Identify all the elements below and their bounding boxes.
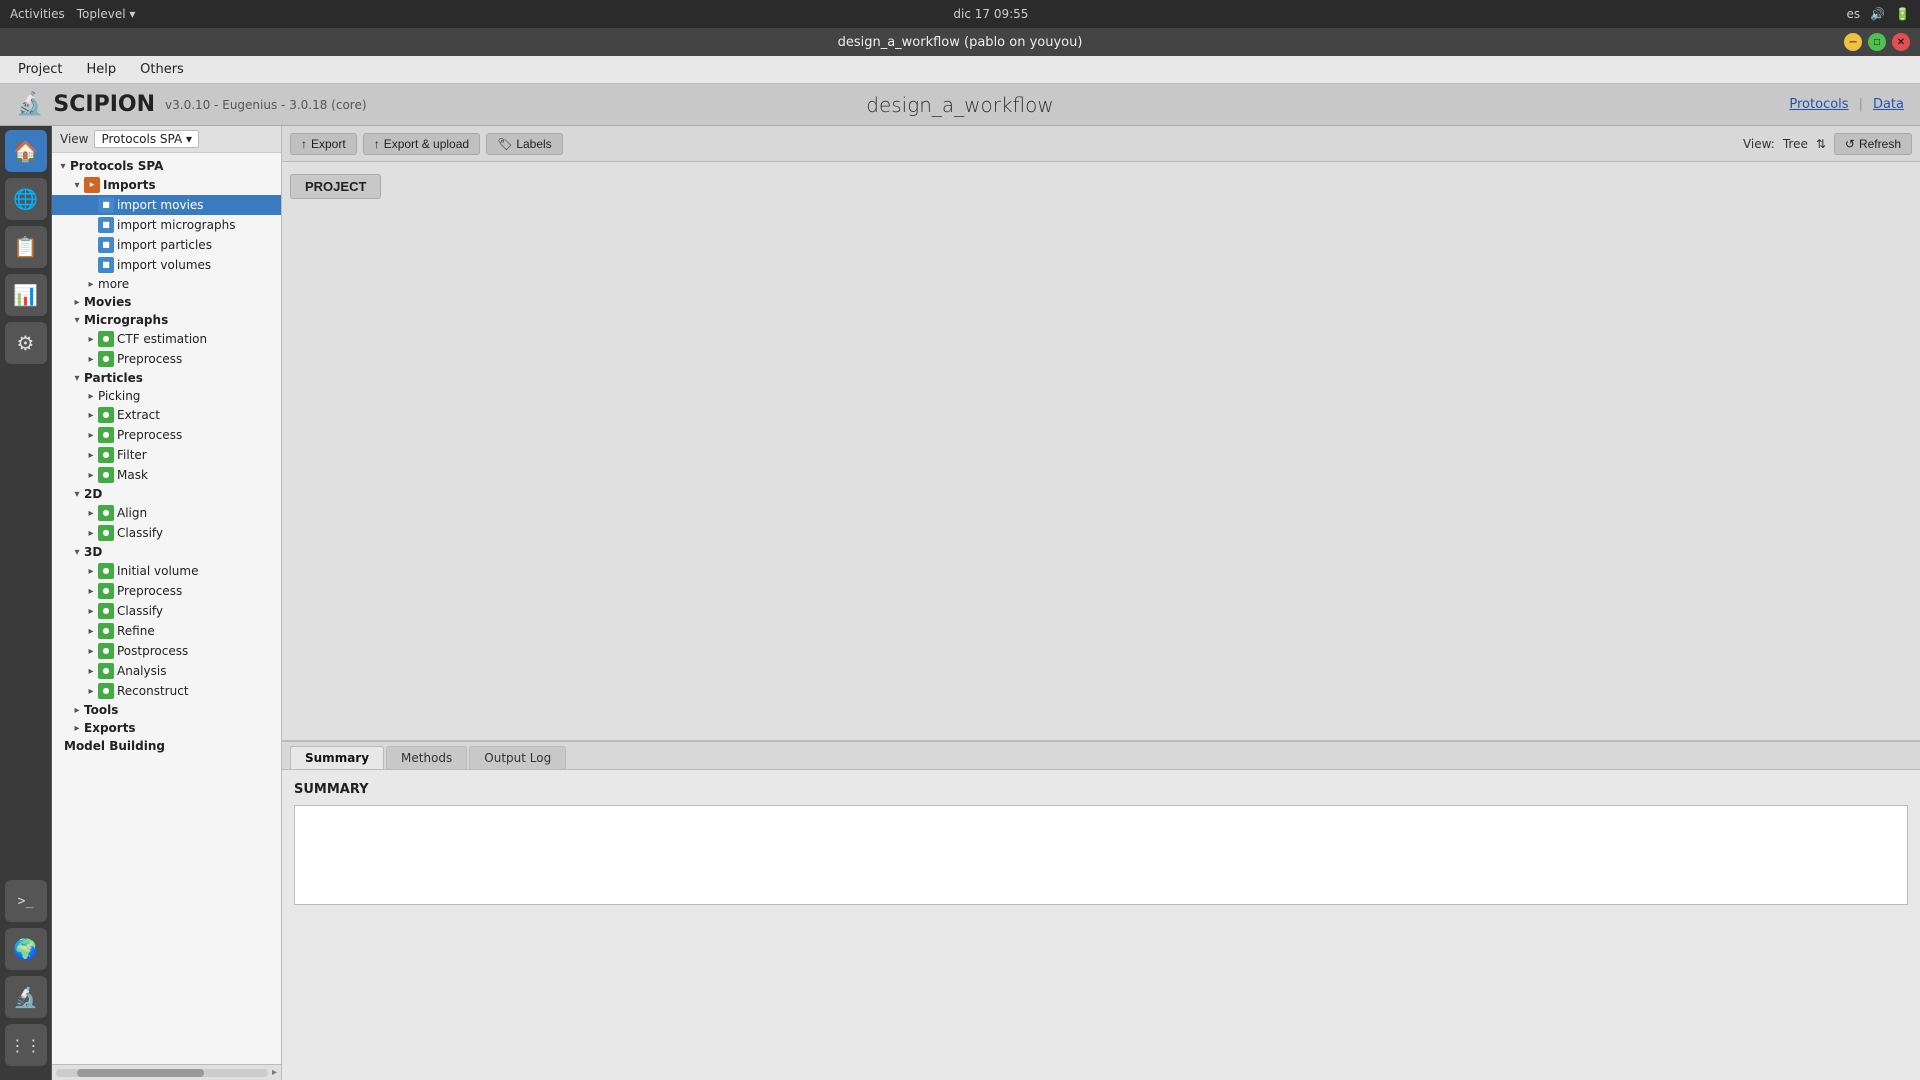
tree-item-filter[interactable]: ▸ ● Filter bbox=[52, 445, 281, 465]
export-button[interactable]: ↑ Export bbox=[290, 133, 357, 155]
sort-icon[interactable]: ⇅ bbox=[1816, 137, 1826, 151]
protocol-tree: ▾ Protocols SPA ▾ ▸ Imports ■ import mov… bbox=[52, 153, 281, 1064]
protocols-link[interactable]: Protocols bbox=[1789, 97, 1848, 112]
refresh-button[interactable]: ↺ Refresh bbox=[1834, 133, 1912, 155]
window-title: design_a_workflow (pablo on youyou) bbox=[838, 35, 1083, 50]
tree-item-import-micrographs[interactable]: ■ import micrographs bbox=[52, 215, 281, 235]
tree-item-postprocess[interactable]: ▸ ● Postprocess bbox=[52, 641, 281, 661]
scipion-side-icon[interactable]: 🔬 bbox=[5, 976, 47, 1018]
volume-icon[interactable]: 🔊 bbox=[1870, 7, 1885, 21]
close-button[interactable]: ✕ bbox=[1892, 33, 1910, 51]
activities-label[interactable]: Activities bbox=[10, 7, 65, 21]
bottom-panel: Summary Methods Output Log SUMMARY bbox=[282, 740, 1920, 1080]
menu-others[interactable]: Others bbox=[130, 59, 194, 80]
menu-project[interactable]: Project bbox=[8, 59, 72, 80]
battery-icon: 🔋 bbox=[1895, 7, 1910, 21]
terminal-icon[interactable]: >_ bbox=[5, 880, 47, 922]
tree-item-classify-3d[interactable]: ▸ ● Classify bbox=[52, 601, 281, 621]
tree-root[interactable]: ▾ Protocols SPA bbox=[52, 157, 281, 175]
maximize-button[interactable]: □ bbox=[1868, 33, 1886, 51]
export-icon: ↑ bbox=[301, 137, 307, 151]
tree-item-extract[interactable]: ▸ ● Extract bbox=[52, 405, 281, 425]
view-selector[interactable]: Protocols SPA ▾ bbox=[94, 130, 199, 148]
summary-box bbox=[294, 805, 1908, 905]
title-bar: design_a_workflow (pablo on youyou) ─ □ … bbox=[0, 28, 1920, 56]
toplevel-menu[interactable]: Toplevel ▾ bbox=[77, 7, 136, 21]
table-icon[interactable]: 📊 bbox=[5, 274, 47, 316]
tree-item-classify-2d[interactable]: ▸ ● Classify bbox=[52, 523, 281, 543]
tree-3d[interactable]: ▾ 3D bbox=[52, 543, 281, 561]
labels-icon: 🏷 bbox=[497, 137, 512, 151]
tree-item-ctf[interactable]: ▸ ● CTF estimation bbox=[52, 329, 281, 349]
tree-item-refine[interactable]: ▸ ● Refine bbox=[52, 621, 281, 641]
tab-summary[interactable]: Summary bbox=[290, 746, 384, 769]
home-icon[interactable]: 🏠 bbox=[5, 130, 47, 172]
datetime-label: dic 17 09:55 bbox=[953, 7, 1028, 21]
bottom-tabs: Summary Methods Output Log bbox=[282, 742, 1920, 770]
tree-micrographs[interactable]: ▾ Micrographs bbox=[52, 311, 281, 329]
tree-item-mask[interactable]: ▸ ● Mask bbox=[52, 465, 281, 485]
view-label: View bbox=[60, 132, 88, 146]
menu-help[interactable]: Help bbox=[76, 59, 126, 80]
tree-item-align-2d[interactable]: ▸ ● Align bbox=[52, 503, 281, 523]
tree-exports[interactable]: ▸ Exports bbox=[52, 719, 281, 737]
tree-item-import-particles[interactable]: ■ import particles bbox=[52, 235, 281, 255]
project-button[interactable]: PROJECT bbox=[290, 174, 381, 199]
labels-button[interactable]: 🏷 Labels bbox=[486, 133, 563, 155]
tab-output-log[interactable]: Output Log bbox=[469, 746, 566, 769]
workflow-canvas: PROJECT bbox=[282, 162, 1920, 740]
tree-item-analysis[interactable]: ▸ ● Analysis bbox=[52, 661, 281, 681]
menu-bar: Project Help Others bbox=[0, 56, 1920, 84]
app-version: v3.0.10 - Eugenius - 3.0.18 (core) bbox=[165, 98, 367, 112]
tree-imports[interactable]: ▾ ▸ Imports bbox=[52, 175, 281, 195]
summary-heading: SUMMARY bbox=[294, 782, 1908, 797]
project-name: design_a_workflow bbox=[866, 93, 1054, 117]
toolbar: ↑ Export ↑ Export & upload 🏷 Labels View… bbox=[282, 126, 1920, 162]
tree-tools[interactable]: ▸ Tools bbox=[52, 701, 281, 719]
tree-scrollbar[interactable]: ▸ bbox=[52, 1064, 281, 1080]
protocol-panel: View Protocols SPA ▾ ▾ Protocols SPA ▾ ▸… bbox=[52, 126, 282, 1080]
tree-item-preprocess-3d[interactable]: ▸ ● Preprocess bbox=[52, 581, 281, 601]
data-link[interactable]: Data bbox=[1873, 97, 1904, 112]
tree-item-picking[interactable]: ▸ Picking bbox=[52, 387, 281, 405]
apps-icon[interactable]: ⋮⋮ bbox=[5, 1024, 47, 1066]
view-label: View: bbox=[1743, 137, 1775, 151]
sidebar-icons: 🏠 🌐 📋 📊 ⚙ >_ 🌍 🔬 ⋮⋮ bbox=[0, 126, 52, 1080]
tree-item-preprocess-micro[interactable]: ▸ ● Preprocess bbox=[52, 349, 281, 369]
browser-icon[interactable]: 🌐 bbox=[5, 178, 47, 220]
lang-label: es bbox=[1846, 7, 1860, 21]
app-name: SCIPION bbox=[53, 92, 155, 117]
view-type[interactable]: Tree bbox=[1783, 137, 1808, 151]
network-icon[interactable]: 🌍 bbox=[5, 928, 47, 970]
tree-item-more[interactable]: ▸ more bbox=[52, 275, 281, 293]
content-area: ↑ Export ↑ Export & upload 🏷 Labels View… bbox=[282, 126, 1920, 1080]
tree-item-preprocess-part[interactable]: ▸ ● Preprocess bbox=[52, 425, 281, 445]
tree-movies[interactable]: ▸ Movies bbox=[52, 293, 281, 311]
upload-icon: ↑ bbox=[374, 137, 380, 151]
tree-model-building[interactable]: Model Building bbox=[52, 737, 281, 755]
tree-item-import-movies[interactable]: ■ import movies bbox=[52, 195, 281, 215]
tree-item-import-volumes[interactable]: ■ import volumes bbox=[52, 255, 281, 275]
tree-item-initial-volume[interactable]: ▸ ● Initial volume bbox=[52, 561, 281, 581]
tab-methods[interactable]: Methods bbox=[386, 746, 467, 769]
refresh-icon: ↺ bbox=[1845, 137, 1855, 151]
bottom-content: SUMMARY bbox=[282, 770, 1920, 1080]
minimize-button[interactable]: ─ bbox=[1844, 33, 1862, 51]
scipion-logo-icon: 🔬 bbox=[16, 92, 43, 117]
system-topbar: Activities Toplevel ▾ dic 17 09:55 es 🔊 … bbox=[0, 0, 1920, 28]
tree-particles[interactable]: ▾ Particles bbox=[52, 369, 281, 387]
settings-icon[interactable]: ⚙ bbox=[5, 322, 47, 364]
files-icon[interactable]: 📋 bbox=[5, 226, 47, 268]
export-upload-button[interactable]: ↑ Export & upload bbox=[363, 133, 480, 155]
tree-item-reconstruct[interactable]: ▸ ● Reconstruct bbox=[52, 681, 281, 701]
tree-2d[interactable]: ▾ 2D bbox=[52, 485, 281, 503]
